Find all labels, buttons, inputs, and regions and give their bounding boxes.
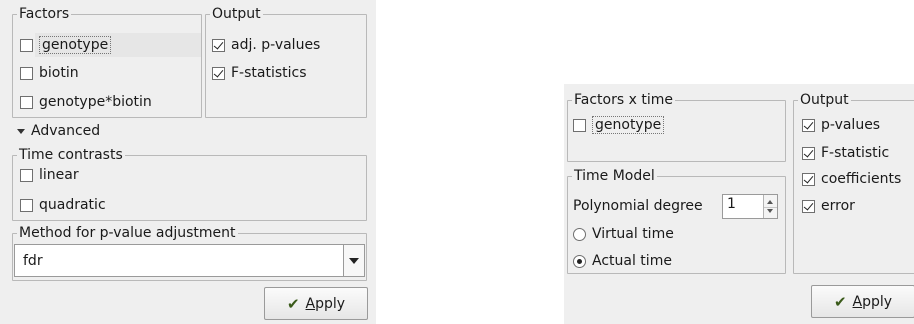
output-title-right: Output [798, 92, 851, 108]
factors-x-time-groupbox: Factors x time genotype [567, 92, 786, 162]
spin-buttons[interactable] [763, 195, 777, 218]
output-adj-pvalues-label: adj. p-values [231, 37, 321, 53]
apply-label: Apply [305, 295, 346, 312]
fxt-genotype-checkbox[interactable]: genotype [573, 114, 665, 136]
pvalue-method-title: Method for p-value adjustment [17, 225, 238, 241]
polynomial-degree-spinbox[interactable]: 1 [722, 194, 778, 219]
factor-biotin-checkbox[interactable]: biotin [20, 62, 79, 84]
factor-genotype-biotin-checkbox[interactable]: genotype*biotin [20, 91, 152, 113]
time-model-title: Time Model [572, 168, 657, 184]
output-coefficients-checkbox[interactable]: coefficients [802, 168, 901, 190]
output-error-checkbox[interactable]: error [802, 195, 855, 217]
checkmark-icon: ✔ [286, 294, 300, 313]
apply-label-right: Apply [852, 293, 893, 310]
output-fstatistic-checkbox[interactable]: F-statistic [802, 142, 889, 164]
contrast-linear-checkbox[interactable]: linear [20, 164, 79, 186]
spin-down-icon [767, 209, 773, 213]
checkbox-icon [20, 38, 33, 52]
time-contrasts-groupbox: Time contrasts linear quadratic [12, 147, 367, 221]
output-groupbox-right: Output p-values F-statistic coefficients… [793, 92, 914, 274]
right-options-panel: Factors x time genotype Time Model Polyn… [564, 84, 914, 324]
checkbox-checked-icon [802, 199, 815, 213]
contrast-quadratic-label: quadratic [39, 197, 106, 213]
expander-arrow-icon [17, 128, 25, 134]
checkbox-icon [20, 168, 33, 182]
apply-button[interactable]: ✔ Apply [264, 287, 368, 320]
factor-biotin-label: biotin [39, 65, 79, 81]
output-pvalues-label: p-values [821, 117, 881, 133]
output-title: Output [210, 6, 263, 22]
actual-time-label: Actual time [592, 253, 672, 269]
left-options-panel: Factors genotype biotin genotype*biotin … [0, 0, 376, 324]
checkbox-icon [573, 118, 586, 132]
output-error-label: error [821, 198, 855, 214]
contrast-quadratic-checkbox[interactable]: quadratic [20, 194, 106, 216]
polynomial-degree-value: 1 [727, 196, 736, 212]
checkbox-icon [20, 198, 33, 212]
advanced-label: Advanced [31, 123, 101, 139]
virtual-time-radio[interactable]: Virtual time [573, 223, 674, 245]
checkbox-checked-icon [212, 38, 225, 52]
output-fstatistics-label: F-statistics [231, 65, 307, 81]
factors-x-time-title: Factors x time [572, 92, 675, 108]
pvalue-method-combobox[interactable]: fdr [14, 244, 365, 277]
actual-time-radio[interactable]: Actual time [573, 250, 672, 272]
radio-checked-icon [573, 254, 586, 268]
virtual-time-label: Virtual time [592, 226, 674, 242]
apply-button-right[interactable]: ✔ Apply [811, 285, 914, 318]
checkbox-checked-icon [802, 118, 815, 132]
pvalue-method-groupbox: Method for p-value adjustment fdr [12, 225, 367, 281]
combobox-dropdown-button[interactable] [343, 245, 364, 276]
polynomial-degree-row: Polynomial degree [573, 195, 703, 217]
pvalue-method-value: fdr [23, 252, 43, 269]
output-pvalues-checkbox[interactable]: p-values [802, 114, 880, 136]
output-adj-pvalues-checkbox[interactable]: adj. p-values [212, 34, 320, 56]
checkmark-icon: ✔ [833, 292, 847, 311]
spin-up-icon [767, 200, 773, 204]
checkbox-icon [20, 66, 33, 80]
chevron-down-icon [349, 257, 359, 264]
checkbox-icon [20, 95, 33, 109]
time-model-groupbox: Time Model Polynomial degree 1 Virtual t… [567, 168, 786, 274]
fxt-genotype-label: genotype [592, 116, 665, 134]
factor-genotype-label: genotype [39, 36, 112, 54]
output-fstatistic-label: F-statistic [821, 145, 890, 161]
checkbox-checked-icon [212, 66, 225, 80]
factors-title: Factors [17, 6, 72, 22]
time-contrasts-title: Time contrasts [17, 147, 125, 163]
radio-icon [573, 227, 586, 241]
advanced-expander[interactable]: Advanced [17, 120, 100, 142]
checkbox-checked-icon [802, 146, 815, 160]
factor-genotype-checkbox[interactable]: genotype [20, 34, 112, 56]
factor-genotype-biotin-label: genotype*biotin [39, 94, 152, 110]
factors-groupbox: Factors genotype biotin genotype*biotin [12, 6, 202, 118]
output-groupbox: Output adj. p-values F-statistics [205, 6, 367, 118]
contrast-linear-label: linear [39, 167, 79, 183]
output-coefficients-label: coefficients [821, 171, 902, 187]
output-fstatistics-checkbox[interactable]: F-statistics [212, 62, 307, 84]
checkbox-checked-icon [802, 172, 815, 186]
polynomial-degree-label: Polynomial degree [573, 198, 703, 214]
